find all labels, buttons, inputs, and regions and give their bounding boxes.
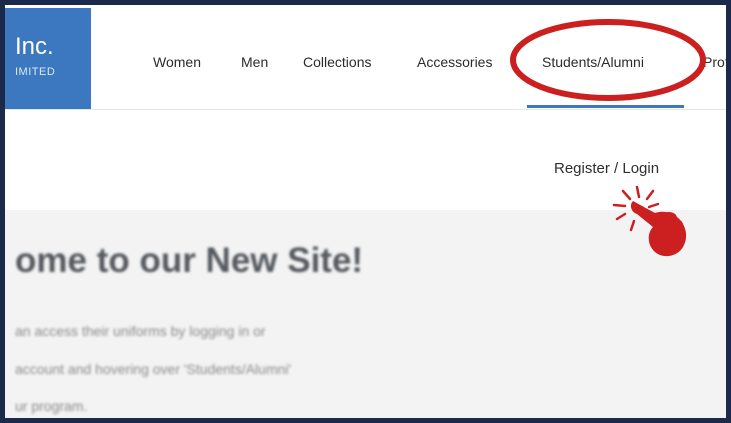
nav-item-collections[interactable]: Collections (303, 54, 371, 70)
hero-headline: ome to our New Site! (15, 241, 364, 280)
nav-item-prof[interactable]: Prof (703, 54, 726, 70)
nav-item-accessories[interactable]: Accessories (417, 54, 492, 70)
hero-text-line-2: account and hovering over 'Students/Alum… (15, 361, 292, 377)
hero-text-line-1: an access their uniforms by logging in o… (15, 323, 266, 339)
screenshot-frame: Inc. IMITED Women Men Collections Access… (0, 0, 731, 423)
nav-item-students-alumni[interactable]: Students/Alumni (542, 54, 644, 70)
hero-text-line-3: ur program. (15, 398, 88, 414)
main-nav: Women Men Collections Accessories Studen… (5, 5, 726, 109)
register-login-link[interactable]: Register / Login (554, 160, 659, 177)
nav-item-men[interactable]: Men (241, 54, 268, 70)
header-divider (5, 109, 726, 110)
active-nav-underline (527, 105, 684, 108)
nav-item-women[interactable]: Women (153, 54, 201, 70)
